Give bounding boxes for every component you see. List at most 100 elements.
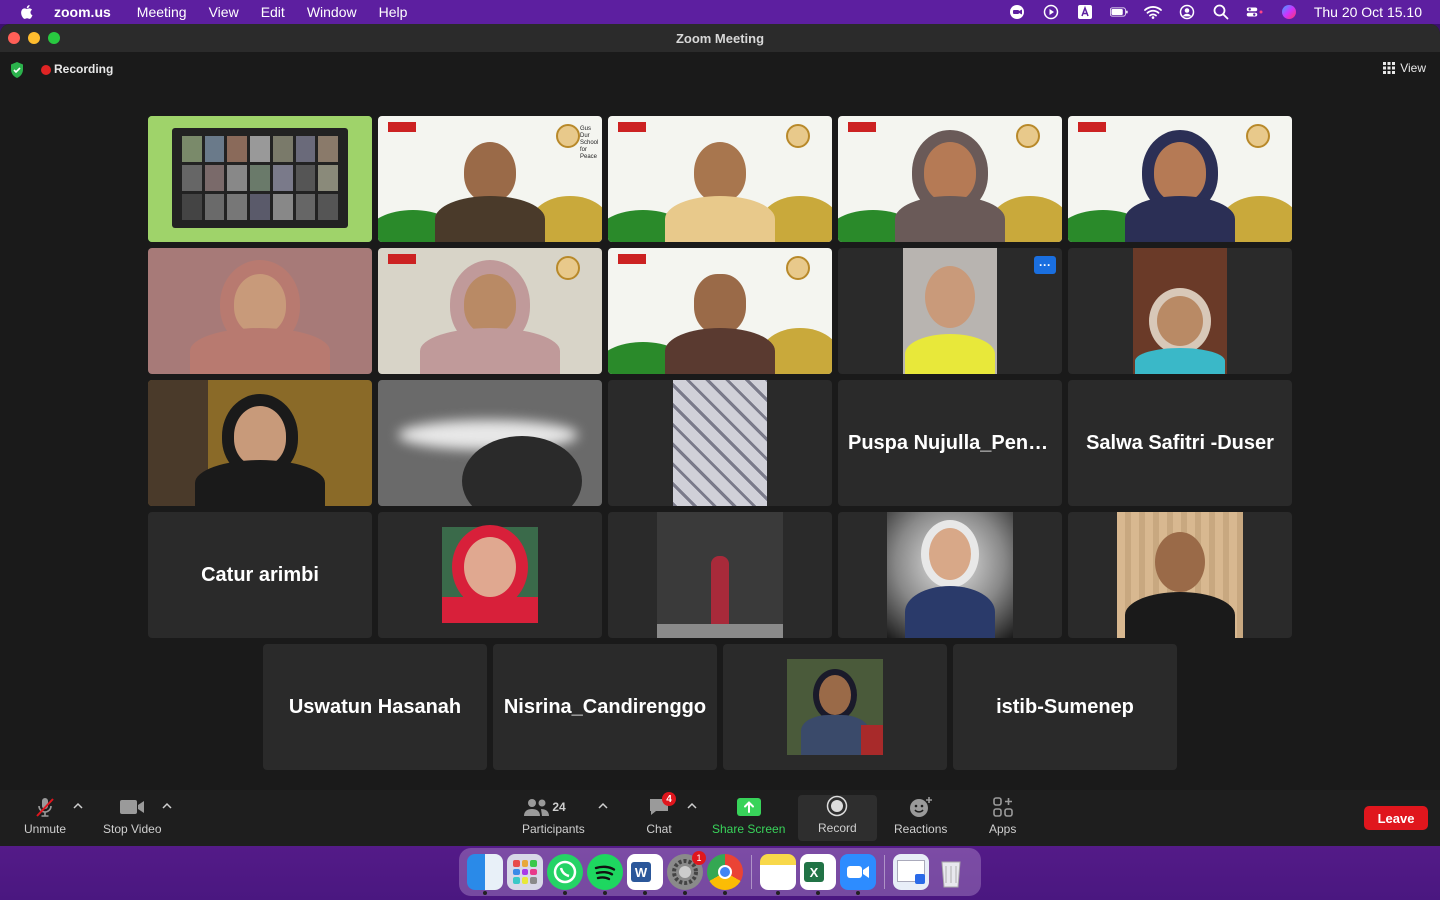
video-tile-participant[interactable]: ··· bbox=[838, 248, 1062, 374]
apps-label: Apps bbox=[989, 822, 1017, 836]
notes-icon[interactable] bbox=[760, 854, 796, 895]
chat-button[interactable]: 4 Chat bbox=[646, 792, 676, 836]
unmute-label: Unmute bbox=[24, 822, 67, 836]
window-title: Zoom Meeting bbox=[675, 30, 765, 46]
finder-icon[interactable] bbox=[467, 854, 503, 895]
menu-view[interactable]: View bbox=[209, 4, 239, 20]
record-label: Record bbox=[818, 821, 857, 835]
input-source-icon[interactable] bbox=[1076, 4, 1094, 20]
menu-meeting[interactable]: Meeting bbox=[137, 4, 187, 20]
video-tile-participant[interactable] bbox=[148, 380, 372, 506]
reactions-button[interactable]: Reactions bbox=[894, 796, 947, 836]
reactions-label: Reactions bbox=[894, 822, 948, 836]
video-tile-participant[interactable]: Gus Dur School for Peace bbox=[378, 116, 602, 242]
video-tile-participant[interactable] bbox=[148, 248, 372, 374]
participants-count: 24 bbox=[552, 800, 566, 814]
battery-icon[interactable] bbox=[1109, 4, 1128, 20]
user-icon[interactable] bbox=[1178, 4, 1196, 20]
video-tile-participant[interactable] bbox=[378, 380, 602, 506]
excel-icon[interactable]: X bbox=[800, 854, 836, 895]
apple-icon[interactable] bbox=[18, 3, 36, 21]
participants-options-caret-icon[interactable] bbox=[598, 802, 608, 810]
video-tile-name-only[interactable]: Salwa Safitri -Duser bbox=[1068, 380, 1292, 506]
menu-window[interactable]: Window bbox=[307, 4, 357, 20]
control-center-icon[interactable] bbox=[1246, 4, 1264, 20]
whatsapp-icon[interactable] bbox=[547, 854, 583, 895]
preview-icon[interactable] bbox=[893, 854, 929, 890]
record-button[interactable]: Record bbox=[798, 795, 877, 841]
zoom-meeting-window: Zoom Meeting Recording View Gus Dur Scho… bbox=[0, 24, 1440, 846]
participants-button[interactable]: 24 Participants bbox=[522, 796, 585, 836]
chrome-icon[interactable] bbox=[707, 854, 743, 895]
close-window-button[interactable] bbox=[8, 32, 20, 44]
video-tile-name-only[interactable]: Catur arimbi bbox=[148, 512, 372, 638]
video-tile-participant[interactable] bbox=[838, 512, 1062, 638]
launchpad-icon[interactable] bbox=[507, 854, 543, 890]
video-tile-name-only[interactable]: istib-Sumenep bbox=[953, 644, 1177, 770]
participant-video bbox=[895, 142, 1005, 242]
video-tile-active-speaker[interactable] bbox=[148, 116, 372, 242]
participant-name: Nisrina_Candirenggo bbox=[503, 695, 707, 718]
fullscreen-window-button[interactable] bbox=[48, 32, 60, 44]
wifi-icon[interactable] bbox=[1143, 4, 1162, 20]
menu-clock[interactable]: Thu 20 Oct 15.10 bbox=[1314, 4, 1422, 20]
minimize-window-button[interactable] bbox=[28, 32, 40, 44]
security-shield-icon[interactable] bbox=[10, 62, 24, 78]
video-tile-name-only[interactable]: Uswatun Hasanah bbox=[263, 644, 487, 770]
menu-edit[interactable]: Edit bbox=[261, 4, 285, 20]
view-button[interactable]: View bbox=[1383, 61, 1426, 75]
audio-options-caret-icon[interactable] bbox=[73, 802, 83, 810]
video-tile-participant[interactable] bbox=[608, 380, 832, 506]
video-tile-participant[interactable] bbox=[608, 512, 832, 638]
video-tile-participant[interactable] bbox=[608, 248, 832, 374]
menu-bar: zoom.us Meeting View Edit Window Help Th… bbox=[0, 0, 1440, 24]
participant-video bbox=[190, 274, 330, 374]
recording-label[interactable]: Recording bbox=[54, 62, 113, 76]
siri-icon[interactable] bbox=[1280, 4, 1298, 20]
word-icon[interactable]: W bbox=[627, 854, 663, 895]
video-tile-participant[interactable] bbox=[378, 248, 602, 374]
system-preferences-badge: 1 bbox=[692, 851, 706, 865]
video-tile-participant[interactable] bbox=[378, 512, 602, 638]
share-screen-button[interactable]: Share Screen bbox=[712, 796, 785, 836]
zoom-icon[interactable] bbox=[840, 854, 876, 895]
participant-video bbox=[657, 512, 783, 638]
video-tile-participant[interactable] bbox=[1068, 248, 1292, 374]
zoom-status-icon[interactable] bbox=[1008, 4, 1026, 20]
video-camera-icon bbox=[119, 796, 145, 818]
participant-video bbox=[195, 406, 325, 506]
menu-app-name[interactable]: zoom.us bbox=[54, 4, 111, 20]
participant-name: Puspa Nujulla_Peng... bbox=[848, 431, 1057, 454]
participants-icon: 24 bbox=[523, 796, 583, 818]
stop-video-button[interactable]: Stop Video bbox=[103, 796, 162, 836]
gus-dur-logo-icon bbox=[786, 256, 810, 280]
leave-meeting-button[interactable]: Leave bbox=[1364, 806, 1428, 830]
grid-view-icon bbox=[1383, 62, 1396, 74]
video-tile-participant[interactable] bbox=[838, 116, 1062, 242]
chat-options-caret-icon[interactable] bbox=[687, 802, 697, 810]
video-options-caret-icon[interactable] bbox=[162, 802, 172, 810]
dock-separator bbox=[884, 855, 885, 889]
participant-name: Salwa Safitri -Duser bbox=[1086, 431, 1274, 454]
dock-separator bbox=[751, 855, 752, 889]
macos-dock: W 1 X bbox=[459, 848, 981, 896]
gus-dur-logo-icon bbox=[786, 124, 810, 148]
participant-video bbox=[665, 274, 775, 374]
spotlight-search-icon[interactable] bbox=[1212, 4, 1230, 20]
more-options-icon[interactable]: ··· bbox=[1034, 256, 1056, 274]
stop-video-label: Stop Video bbox=[103, 822, 162, 836]
trash-icon[interactable] bbox=[933, 854, 969, 890]
play-icon[interactable] bbox=[1042, 4, 1060, 20]
video-tile-name-only[interactable]: Nisrina_Candirenggo bbox=[493, 644, 717, 770]
video-tile-participant[interactable] bbox=[1068, 512, 1292, 638]
participant-name: istib-Sumenep bbox=[996, 695, 1134, 718]
video-tile-participant[interactable] bbox=[608, 116, 832, 242]
video-tile-participant[interactable] bbox=[1068, 116, 1292, 242]
apps-button[interactable]: Apps bbox=[989, 796, 1016, 836]
unmute-button[interactable]: Unmute bbox=[24, 796, 66, 836]
spotify-icon[interactable] bbox=[587, 854, 623, 895]
video-tile-name-only[interactable]: Puspa Nujulla_Peng... bbox=[838, 380, 1062, 506]
video-tile-participant[interactable] bbox=[723, 644, 947, 770]
system-preferences-icon[interactable]: 1 bbox=[667, 851, 706, 895]
menu-help[interactable]: Help bbox=[379, 4, 408, 20]
